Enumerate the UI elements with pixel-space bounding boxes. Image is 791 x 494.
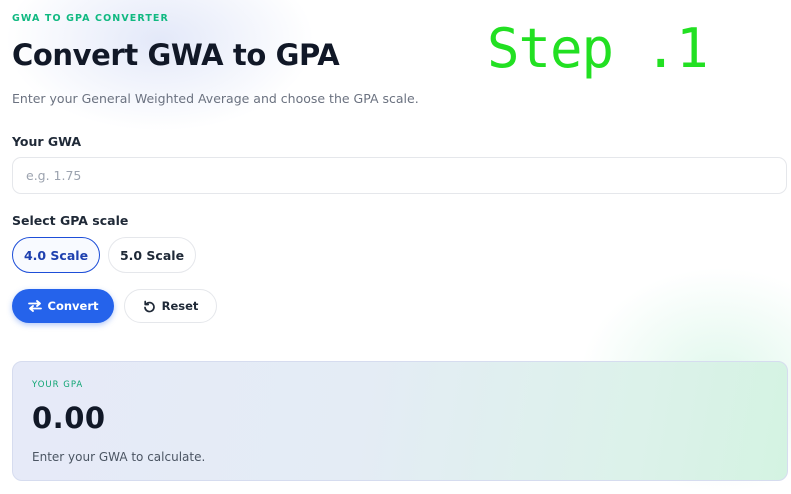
result-eyebrow: YOUR GPA xyxy=(32,380,84,390)
page-title: Convert GWA to GPA xyxy=(12,38,340,72)
gpa-result-value: 0.00 xyxy=(32,401,106,435)
reset-button[interactable]: Reset xyxy=(124,289,217,323)
reset-icon xyxy=(143,300,156,313)
gwa-label: Your GWA xyxy=(12,134,82,149)
reset-button-label: Reset xyxy=(161,299,199,313)
scale-option-5-0[interactable]: 5.0 Scale xyxy=(108,237,196,273)
scale-option-4-0[interactable]: 4.0 Scale xyxy=(12,237,100,273)
result-hint: Enter your GWA to calculate. xyxy=(32,450,206,464)
page-subtitle: Enter your General Weighted Average and … xyxy=(12,91,419,106)
converter-page: GWA TO GPA CONVERTER Convert GWA to GPA … xyxy=(0,0,791,494)
app-eyebrow: GWA TO GPA CONVERTER xyxy=(12,13,169,24)
gwa-input[interactable] xyxy=(12,157,787,194)
convert-button[interactable]: Convert xyxy=(12,289,114,323)
swap-arrows-icon xyxy=(27,300,42,312)
scale-label: Select GPA scale xyxy=(12,213,129,228)
result-card: YOUR GPA 0.00 Enter your GWA to calculat… xyxy=(12,361,788,481)
convert-button-label: Convert xyxy=(47,299,99,313)
step-overlay-label: Step .1 xyxy=(487,17,709,80)
scale-option-label: 5.0 Scale xyxy=(119,247,185,263)
scale-option-label: 4.0 Scale xyxy=(23,247,89,263)
